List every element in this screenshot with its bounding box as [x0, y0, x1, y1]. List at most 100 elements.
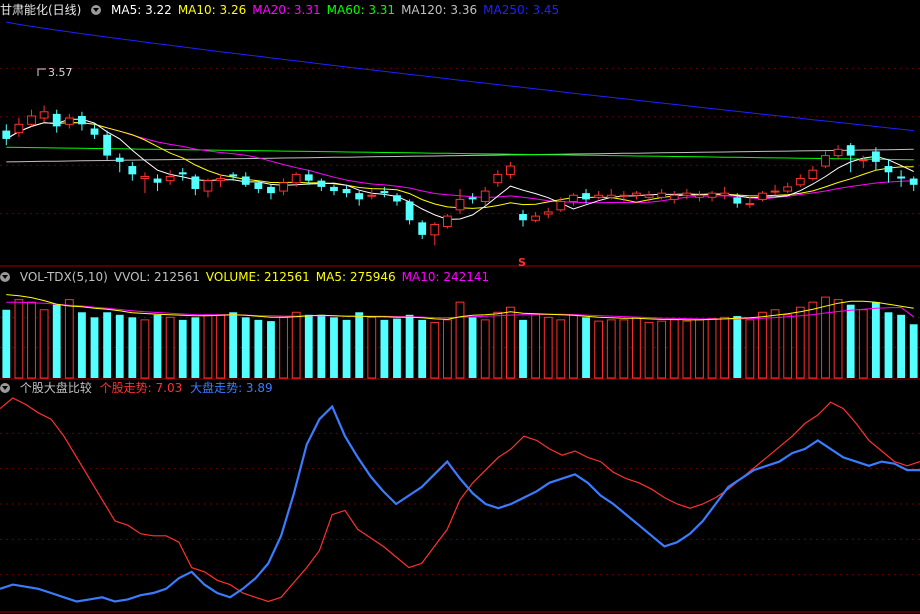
candle-body — [720, 192, 730, 196]
candle-body — [871, 151, 880, 162]
candle-body — [367, 194, 377, 197]
candle-body — [153, 178, 162, 183]
volume-bar — [531, 314, 541, 379]
candle — [833, 145, 843, 160]
candle-body — [833, 148, 843, 157]
indicator-menu-icon[interactable] — [0, 383, 10, 393]
volume-bar — [468, 317, 477, 378]
volume-bar — [455, 301, 465, 379]
candle — [695, 191, 704, 202]
stock-title[interactable]: 甘肃能化(日线) — [0, 3, 81, 17]
candle-body — [682, 192, 692, 196]
indicator-menu-icon[interactable] — [91, 5, 102, 15]
volume-bar — [115, 314, 124, 378]
candle-body — [418, 222, 427, 235]
candle — [367, 188, 377, 200]
candle-body — [2, 130, 11, 139]
ma-legend-item-5: MA250: 3.45 — [483, 3, 560, 17]
volume-bar — [165, 316, 175, 379]
candle — [632, 191, 641, 200]
volume-bar — [330, 317, 338, 378]
candle — [795, 174, 805, 187]
candle-body — [569, 194, 578, 202]
candle — [783, 182, 793, 194]
candle — [103, 130, 112, 160]
candle — [594, 191, 604, 200]
volume-bar — [770, 309, 780, 379]
candle-body — [317, 180, 326, 187]
candle — [241, 172, 250, 187]
candle-body — [128, 166, 137, 175]
candle-body — [695, 194, 704, 198]
candle — [569, 193, 578, 206]
candle-body — [430, 223, 440, 236]
candle — [897, 170, 906, 187]
ma250-line — [6, 21, 914, 132]
vol-legend-item-2: VOLUME: 212561 — [205, 270, 310, 284]
candle-body — [531, 215, 541, 221]
ma-legend: MA5: 3.22 MA10: 3.26 MA20: 3.31 MA60: 3.31 M… — [111, 3, 565, 17]
volume-bar — [2, 309, 11, 378]
volume-bar — [795, 306, 805, 379]
volume-bar — [380, 319, 389, 378]
volume-bar — [153, 314, 162, 378]
candle — [153, 174, 162, 192]
candle — [393, 193, 401, 206]
volume-bar — [669, 319, 679, 379]
volume-bar — [619, 319, 629, 379]
volume-bar — [871, 302, 880, 378]
volume-bar — [291, 311, 301, 379]
candle — [64, 113, 74, 129]
volume-bar — [267, 321, 275, 378]
volume-bar — [279, 316, 288, 379]
candle — [770, 184, 780, 196]
volume-bar — [493, 311, 503, 379]
candle-body — [455, 198, 465, 211]
candle-body — [27, 115, 36, 125]
volume-bar — [909, 324, 918, 378]
ma-legend-item-1: MA10: 3.26 — [177, 3, 247, 17]
candle — [543, 207, 553, 219]
volume-bar — [569, 314, 578, 379]
volume-bar — [745, 319, 755, 379]
vol-legend-item-0: VOL-TDX(5,10) — [19, 270, 108, 284]
volume-bar — [480, 319, 490, 379]
volume-bar — [758, 311, 767, 379]
ma-legend-item-2: MA20: 3.31 — [252, 3, 321, 17]
volume-bar — [367, 316, 377, 379]
candle-body — [52, 113, 61, 127]
candle-body — [291, 173, 301, 184]
volume-bar — [78, 312, 86, 378]
indicator-menu-icon[interactable] — [0, 272, 10, 282]
candle-body — [846, 145, 855, 156]
candle-body — [442, 215, 452, 228]
volume-bar — [355, 312, 364, 378]
volume-bar — [556, 319, 566, 379]
candle — [468, 193, 477, 204]
volume-bar — [606, 319, 616, 379]
volume-bar — [304, 314, 313, 378]
candle-body — [216, 178, 225, 182]
candle-body — [619, 194, 629, 197]
candle-body — [165, 175, 175, 182]
candle — [216, 174, 225, 187]
volume-bar — [203, 314, 213, 379]
candle — [884, 159, 893, 183]
chart-canvas[interactable] — [0, 0, 920, 614]
candle — [2, 124, 11, 146]
candle-body — [178, 172, 187, 175]
volume-bar — [506, 306, 515, 379]
candle-body — [254, 182, 263, 189]
ma120-line — [6, 148, 914, 163]
candle-body — [140, 175, 150, 180]
candle-body — [909, 178, 918, 185]
candle — [267, 184, 275, 200]
candle-body — [745, 203, 755, 206]
stock-trend-label: 个股走势: 7.03 — [99, 381, 183, 395]
volume-bar — [178, 319, 187, 378]
volume-bar — [405, 314, 414, 378]
candle-body — [644, 194, 654, 198]
vol-legend-item-4: MA10: 242141 — [401, 270, 490, 284]
candle-body — [594, 194, 604, 198]
candle-body — [78, 115, 86, 125]
